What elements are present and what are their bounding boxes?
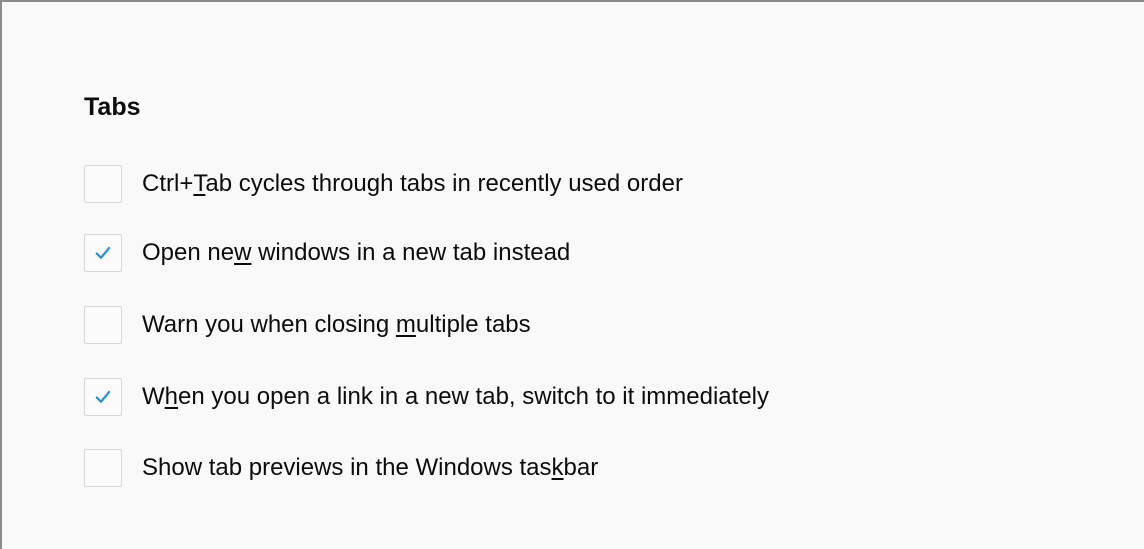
option-label[interactable]: Warn you when closing multiple tabs <box>142 309 531 341</box>
checkbox-open-new-windows-in-tab[interactable] <box>84 234 122 272</box>
label-text: Ctrl+ <box>142 170 194 197</box>
accesskey-letter: m <box>395 311 416 338</box>
preferences-panel: Tabs Ctrl+Tab cycles through tabs in rec… <box>0 0 1144 549</box>
label-text: Warn you when closing <box>142 311 396 338</box>
accesskey-letter: h <box>164 383 179 410</box>
accesskey-letter: T <box>193 170 206 197</box>
label-text: en you open a link in a new tab, switch … <box>178 383 769 410</box>
option-label[interactable]: Show tab previews in the Windows taskbar <box>142 452 598 484</box>
option-switch-to-new-tab[interactable]: When you open a link in a new tab, switc… <box>84 376 769 418</box>
label-text: ab cycles through tabs in recently used … <box>205 170 683 197</box>
option-label[interactable]: When you open a link in a new tab, switc… <box>142 381 769 413</box>
checkbox-warn-closing-multiple-tabs[interactable] <box>84 306 122 344</box>
section-title-tabs: Tabs <box>84 93 141 121</box>
option-open-new-windows-in-tab[interactable]: Open new windows in a new tab instead <box>84 232 570 274</box>
label-text: ultiple tabs <box>415 311 531 338</box>
checkmark-icon <box>95 246 111 259</box>
label-text: bar <box>563 454 599 481</box>
option-show-tab-previews-taskbar[interactable]: Show tab previews in the Windows taskbar <box>84 447 598 489</box>
label-text: windows in a new tab instead <box>251 239 571 266</box>
option-label[interactable]: Open new windows in a new tab instead <box>142 237 570 269</box>
option-ctrl-tab-cycles[interactable]: Ctrl+Tab cycles through tabs in recently… <box>84 163 683 205</box>
label-text: Open ne <box>142 239 235 266</box>
checkbox-switch-to-new-tab[interactable] <box>84 378 122 416</box>
checkbox-show-tab-previews-taskbar[interactable] <box>84 449 122 487</box>
accesskey-letter: k <box>551 454 564 481</box>
label-text: Show tab previews in the Windows tas <box>142 454 552 481</box>
option-label[interactable]: Ctrl+Tab cycles through tabs in recently… <box>142 168 683 200</box>
checkbox-ctrl-tab-cycles[interactable] <box>84 165 122 203</box>
label-text: W <box>142 383 165 410</box>
option-warn-closing-multiple-tabs[interactable]: Warn you when closing multiple tabs <box>84 304 531 346</box>
checkmark-icon <box>95 390 111 403</box>
accesskey-letter: w <box>234 239 252 266</box>
